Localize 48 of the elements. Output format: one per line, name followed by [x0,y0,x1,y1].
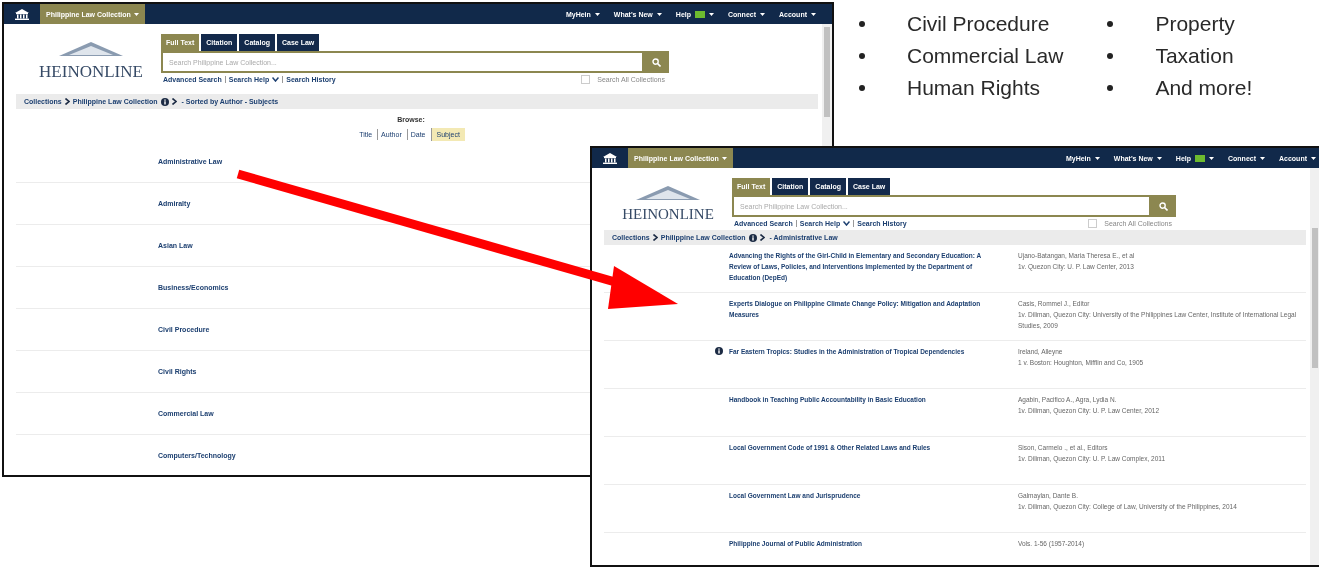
caret-icon [1209,156,1214,160]
bullet-icon [859,85,865,91]
chevron-icon [64,98,70,105]
search-icon [1159,201,1168,211]
bullet-text: Civil Procedure [907,12,1050,36]
caret-icon [1156,156,1162,160]
bullet-icon [1107,53,1114,59]
caret-icon [1311,156,1316,160]
checkbox[interactable] [581,74,591,84]
logo-text: HEINONLINE [622,206,714,223]
scrollbar-thumb[interactable] [1312,228,1318,368]
scrollbar[interactable] [822,24,832,146]
caret-icon [721,156,727,160]
bullet-text: Commercial Law [907,44,1064,68]
info-icon [748,233,757,242]
bullet-icon [859,21,865,27]
building-icon [603,152,617,164]
bullet-text: Taxation [1155,44,1234,68]
search-button[interactable] [1151,195,1176,217]
bullet-text: Human Rights [907,76,1041,100]
chevron-icon [843,220,851,226]
bullet-icon [1107,21,1114,27]
caret-icon [811,12,816,16]
caret-icon [760,12,765,16]
bullet-icon [859,53,865,59]
search-button[interactable] [644,51,669,73]
caret-icon [133,12,139,16]
logo-text: HEINONLINE [39,62,143,82]
caret-icon [1260,156,1265,160]
caret-icon [1094,156,1100,160]
caret-icon [709,12,714,16]
info-icon [160,97,169,106]
chevron-icon [272,76,280,82]
search-icon [652,57,661,67]
scrollbar[interactable] [1310,168,1319,565]
caret-icon [656,12,662,16]
chevron-icon [652,234,658,241]
bullet-icon [1107,85,1114,91]
scrollbar-thumb[interactable] [824,27,830,117]
building-roof-icon [636,186,700,200]
caret-icon [594,12,600,16]
building-roof-icon [59,42,123,56]
chevron-icon [759,234,765,241]
bullet-text: And more! [1155,76,1253,100]
chevron-icon [171,98,177,105]
building-icon [15,8,29,20]
checkbox[interactable] [1088,218,1098,228]
bullet-text: Property [1155,12,1235,36]
